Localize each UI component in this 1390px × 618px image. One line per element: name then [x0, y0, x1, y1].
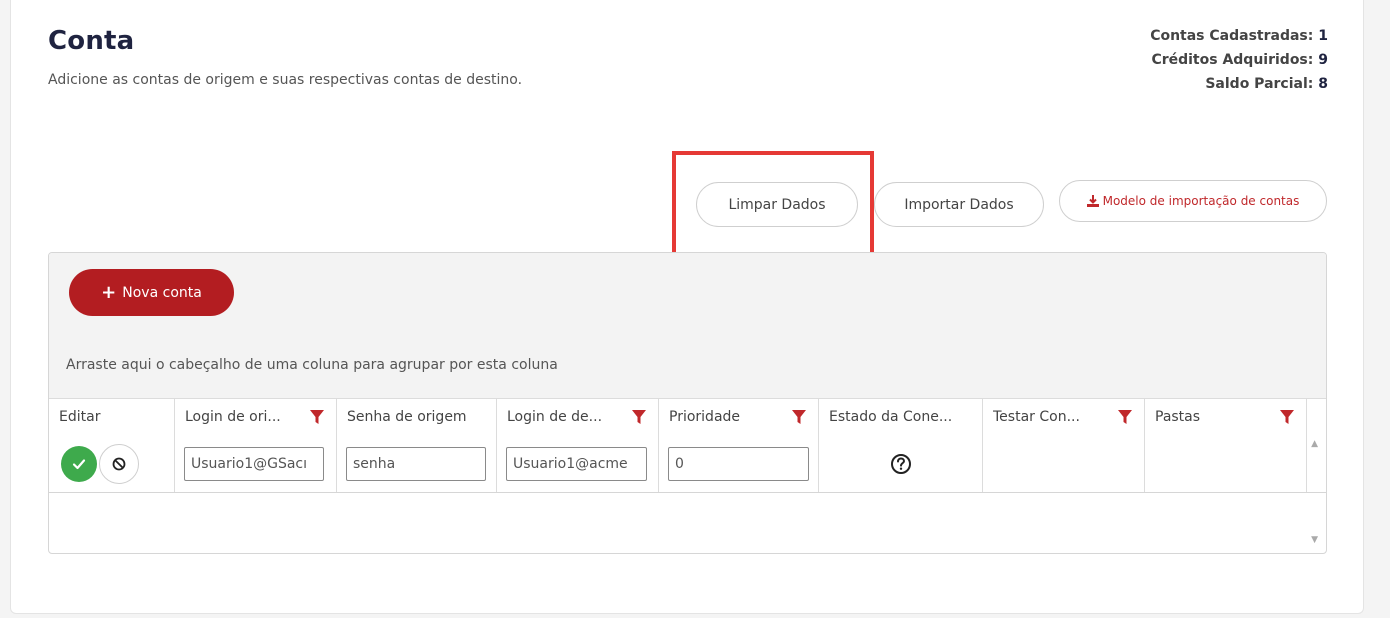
grid-toolbar: + Nova conta: [49, 253, 1326, 336]
stats-panel: Contas Cadastradas: 1 Créditos Adquirido…: [1150, 24, 1328, 96]
cancel-row-button[interactable]: [99, 443, 139, 484]
col-header-editar[interactable]: Editar: [49, 399, 175, 435]
col-header-label: Prioridade: [669, 409, 741, 425]
cancel-icon: [112, 457, 126, 470]
stat-saldo-label: Saldo Parcial:: [1205, 76, 1314, 92]
prioridade-cell: [659, 435, 819, 492]
importar-dados-button[interactable]: Importar Dados: [874, 182, 1044, 227]
scroll-down-arrow[interactable]: ▼: [1311, 535, 1318, 545]
col-header-login-origem[interactable]: Login de ori...: [175, 399, 337, 435]
col-header-label: Testar Con...: [993, 409, 1080, 425]
prioridade-input[interactable]: [668, 446, 809, 481]
col-header-testar-conexao[interactable]: Testar Con...: [983, 399, 1145, 435]
plus-icon: +: [101, 281, 117, 303]
table-row: [49, 435, 1326, 493]
grid-header-row: Editar Login de ori... Senha de origem L…: [49, 399, 1326, 436]
filter-icon[interactable]: [1280, 410, 1294, 424]
stat-contas: Contas Cadastradas: 1: [1150, 24, 1328, 48]
filter-icon[interactable]: [1118, 410, 1132, 424]
filter-icon[interactable]: [632, 410, 646, 424]
modelo-importacao-button[interactable]: Modelo de importação de contas: [1059, 180, 1327, 222]
col-header-label: Pastas: [1155, 409, 1201, 425]
nova-conta-button[interactable]: + Nova conta: [69, 269, 234, 316]
testar-conexao-cell: [983, 435, 1145, 492]
stat-saldo-value: 8: [1318, 76, 1328, 92]
limpar-dados-button[interactable]: Limpar Dados: [696, 182, 858, 227]
save-row-button[interactable]: [61, 445, 97, 482]
pastas-cell: [1145, 435, 1307, 492]
col-header-label: Login de de...: [507, 409, 603, 425]
stat-creditos-value: 9: [1318, 52, 1328, 68]
filter-icon[interactable]: [310, 410, 324, 424]
stat-saldo: Saldo Parcial: 8: [1150, 72, 1328, 96]
col-header-label: Login de ori...: [185, 409, 281, 425]
login-destino-input[interactable]: [506, 446, 647, 481]
page-subtitle: Adicione as contas de origem e suas resp…: [48, 72, 523, 88]
accounts-grid: + Nova conta Arraste aqui o cabeçalho de…: [48, 252, 1327, 554]
group-panel[interactable]: Arraste aqui o cabeçalho de uma coluna p…: [49, 335, 1326, 399]
login-origem-input[interactable]: [184, 446, 324, 481]
col-header-senha-origem[interactable]: Senha de origem: [337, 399, 497, 435]
modelo-importacao-label: Modelo de importação de contas: [1102, 194, 1300, 208]
senha-origem-cell: [337, 435, 497, 492]
estado-conexao-cell: [819, 435, 983, 492]
stat-creditos-label: Créditos Adquiridos:: [1151, 52, 1314, 68]
col-header-prioridade[interactable]: Prioridade: [659, 399, 819, 435]
col-header-estado-conexao[interactable]: Estado da Cone...: [819, 399, 983, 435]
check-icon: [72, 458, 86, 469]
stat-contas-value: 1: [1318, 28, 1328, 44]
page-title: Conta: [48, 26, 135, 56]
col-header-label: Estado da Cone...: [829, 409, 953, 425]
col-header-pastas[interactable]: Pastas: [1145, 399, 1307, 435]
login-destino-cell: [497, 435, 659, 492]
scroll-up-arrow[interactable]: ▲: [1311, 439, 1318, 449]
question-circle-icon: [890, 453, 911, 474]
login-origem-cell: [175, 435, 337, 492]
filter-icon[interactable]: [792, 410, 806, 424]
download-icon: [1086, 195, 1099, 207]
col-header-label: Senha de origem: [347, 409, 467, 425]
stat-creditos: Créditos Adquiridos: 9: [1150, 48, 1328, 72]
nova-conta-label: Nova conta: [122, 284, 202, 301]
col-header-login-destino[interactable]: Login de de...: [497, 399, 659, 435]
edit-cell: [49, 435, 175, 492]
stat-contas-label: Contas Cadastradas:: [1150, 28, 1314, 44]
col-header-label: Editar: [59, 409, 101, 425]
senha-origem-input[interactable]: [346, 446, 486, 481]
